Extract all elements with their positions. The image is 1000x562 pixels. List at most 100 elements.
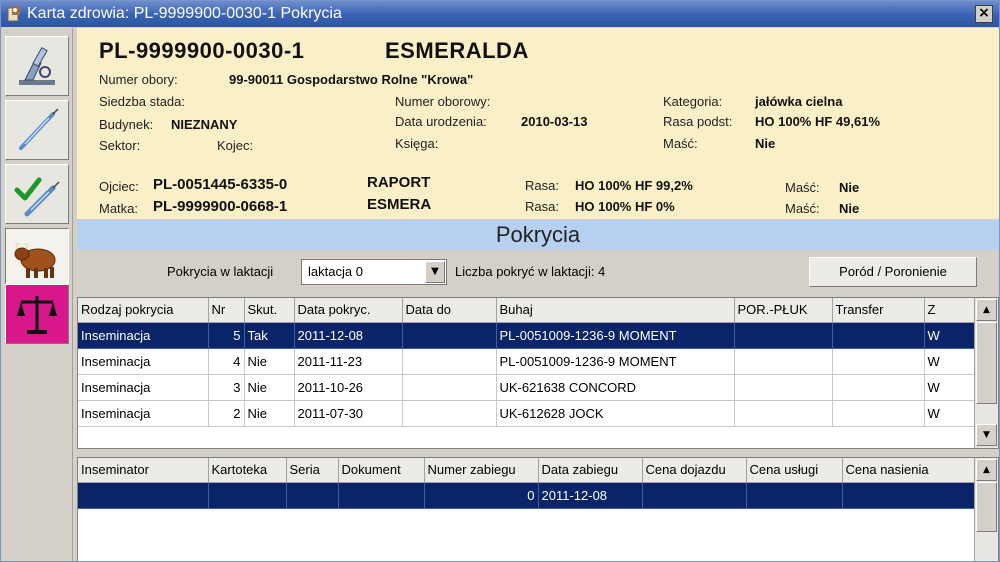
table-cell <box>734 348 833 375</box>
details-scrollbar[interactable]: ▲ <box>974 458 998 561</box>
table-cell <box>402 374 497 401</box>
category-label: Kategoria: <box>663 94 723 109</box>
title-bar[interactable]: Karta zdrowia: PL-9999900-0030-1 Pokryci… <box>1 1 999 27</box>
dam-color-value: Nie <box>839 201 860 216</box>
scroll-up-button[interactable]: ▲ <box>976 299 997 321</box>
column-header[interactable]: Cena usługi <box>746 458 843 483</box>
sidebar-item-coverings[interactable] <box>5 228 69 288</box>
sire-label: Ojciec: <box>99 179 139 194</box>
table-cell: Tak <box>244 322 295 349</box>
table-cell <box>78 482 209 509</box>
scroll-thumb[interactable] <box>976 482 997 532</box>
sire-name: RAPORT <box>367 174 431 191</box>
table-cell <box>734 322 833 349</box>
table-row[interactable]: Inseminacja 4 Nie 2011-11-23 PL-0051009-1236… <box>78 348 975 375</box>
column-header[interactable]: Skut. <box>244 298 295 323</box>
table-cell: W <box>924 322 975 349</box>
lactation-select[interactable]: laktacja 0 ▼ <box>301 259 447 285</box>
column-header[interactable]: Z <box>924 298 975 323</box>
column-header[interactable]: Cena dojazdu <box>642 458 747 483</box>
bull-icon <box>14 242 56 278</box>
scroll-up-button[interactable]: ▲ <box>976 459 997 481</box>
column-header[interactable]: Inseminator <box>78 458 209 483</box>
table-cell: 2011-12-08 <box>294 322 403 349</box>
scroll-down-button[interactable]: ▼ <box>976 424 997 446</box>
sector-label: Sektor: <box>99 138 141 153</box>
table-cell <box>286 482 339 509</box>
herd-number-label: Numer obory: <box>99 72 178 87</box>
column-header[interactable]: Data pokryc. <box>294 298 403 323</box>
column-header[interactable]: Cena nasienia <box>842 458 975 483</box>
sidebar-item-vaccinations[interactable] <box>5 164 69 224</box>
pen-label: Kojec: <box>217 138 254 153</box>
sire-breed-label: Rasa: <box>525 178 559 193</box>
column-header[interactable]: Seria <box>286 458 339 483</box>
scroll-thumb[interactable] <box>976 322 997 404</box>
window-title: Karta zdrowia: PL-9999900-0030-1 Pokryci… <box>27 5 342 22</box>
coverings-scrollbar[interactable]: ▲ ▼ <box>974 298 998 448</box>
coverings-table[interactable]: Rodzaj pokrycia Nr Skut. Data pokryc. Data d… <box>77 297 999 449</box>
table-row[interactable]: Inseminacja 3 Nie 2011-10-26 UK-621638 CONCO… <box>78 374 975 401</box>
column-header[interactable]: Kartoteka <box>208 458 287 483</box>
color-value: Nie <box>755 136 776 151</box>
animal-id: PL-9999900-0030-1 <box>99 38 305 63</box>
table-cell: 4 <box>208 348 245 375</box>
sidebar-item-weighing[interactable] <box>5 284 69 344</box>
table-cell: W <box>924 400 975 427</box>
table-cell: Inseminacja <box>78 348 209 375</box>
sidebar-item-exams[interactable] <box>5 36 69 96</box>
lactation-label: Pokrycia w laktacji <box>167 264 274 279</box>
table-cell: UK-621638 CONCORD <box>496 374 735 401</box>
column-header[interactable]: Buhaj <box>496 298 735 323</box>
table-row[interactable]: Inseminacja 5 Tak 2011-12-08 PL-0051009-1236… <box>78 322 975 349</box>
table-cell: 2011-12-08 <box>538 482 643 509</box>
birth-date-label: Data urodzenia: <box>395 114 487 129</box>
calving-abortion-button[interactable]: Poród / Poronienie <box>809 257 977 287</box>
coverings-header-row: Rodzaj pokrycia Nr Skut. Data pokryc. Data d… <box>78 298 975 323</box>
table-cell: 2011-10-26 <box>294 374 403 401</box>
check-syringe-icon <box>14 177 60 217</box>
table-row[interactable]: Inseminacja 2 Nie 2011-07-30 UK-612628 JOCK W <box>78 400 975 427</box>
table-cell: Nie <box>244 400 295 427</box>
column-header[interactable]: Rodzaj pokrycia <box>78 298 209 323</box>
herdbook-label: Księga: <box>395 136 439 151</box>
table-cell <box>208 482 287 509</box>
sidebar-item-treatments[interactable] <box>5 100 69 160</box>
sire-color-value: Nie <box>839 180 860 195</box>
table-cell <box>338 482 425 509</box>
herd-number-value: 99-90011 Gospodarstwo Rolne "Krowa" <box>229 72 474 87</box>
column-header[interactable]: POR.-PŁUK <box>734 298 833 323</box>
table-cell: 3 <box>208 374 245 401</box>
table-cell: 2011-07-30 <box>294 400 403 427</box>
column-header[interactable]: Dokument <box>338 458 425 483</box>
table-cell <box>842 482 975 509</box>
dam-breed-label: Rasa: <box>525 199 559 214</box>
table-cell: PL-0051009-1236-9 MOMENT <box>496 348 735 375</box>
building-value: NIEZNANY <box>171 117 238 132</box>
breed-label: Rasa podst: <box>663 114 733 129</box>
chevron-down-icon[interactable]: ▼ <box>425 261 445 283</box>
table-cell <box>734 400 833 427</box>
health-card-window: Karta zdrowia: PL-9999900-0030-1 Pokryci… <box>0 0 1000 562</box>
table-cell <box>402 322 497 349</box>
column-header[interactable]: Data do <box>402 298 497 323</box>
building-label: Budynek: <box>99 117 154 132</box>
table-row[interactable]: 0 2011-12-08 <box>78 482 975 509</box>
close-button[interactable]: × <box>975 5 993 23</box>
table-cell <box>642 482 747 509</box>
table-cell: W <box>924 348 975 375</box>
table-cell: Inseminacja <box>78 374 209 401</box>
scales-icon <box>17 296 57 334</box>
column-header[interactable]: Data zabiegu <box>538 458 643 483</box>
column-header[interactable]: Numer zabiegu <box>424 458 539 483</box>
dam-color-label: Maść: <box>785 201 820 216</box>
column-header[interactable]: Nr <box>208 298 245 323</box>
table-cell: Nie <box>244 374 295 401</box>
column-header[interactable]: Transfer <box>832 298 925 323</box>
sidebar <box>1 28 73 561</box>
table-cell <box>734 374 833 401</box>
table-cell: 2 <box>208 400 245 427</box>
table-cell: UK-612628 JOCK <box>496 400 735 427</box>
insemination-details-table[interactable]: Inseminator Kartoteka Seria Dokument Numer z… <box>77 457 999 561</box>
animal-name: ESMERALDA <box>385 38 529 63</box>
